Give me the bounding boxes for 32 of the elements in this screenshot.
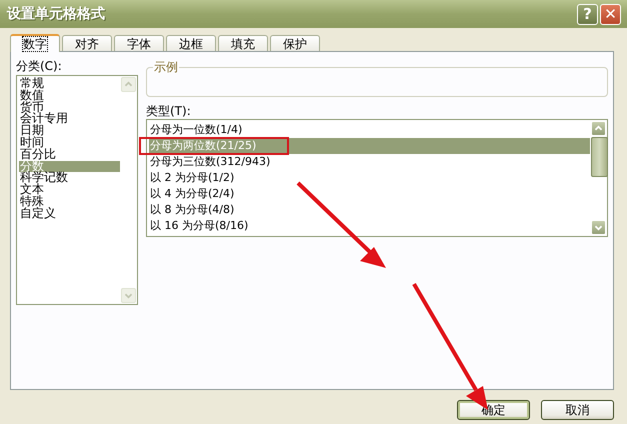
type-item[interactable]: 分母为三位数(312/943) — [149, 154, 590, 170]
scroll-down-button[interactable] — [121, 288, 136, 303]
type-item[interactable]: 分母为一位数(1/4) — [149, 122, 590, 138]
scrollbar-thumb[interactable] — [591, 137, 608, 177]
type-item[interactable]: 以 4 为分母(2/4) — [149, 186, 590, 202]
category-item[interactable]: 科学记数 — [19, 172, 120, 184]
tab[interactable]: 字体 — [114, 35, 164, 51]
tab[interactable]: 保护 — [270, 35, 320, 51]
tab[interactable]: 对齐 — [62, 35, 112, 51]
type-item[interactable]: 以 2 为分母(1/2) — [149, 170, 590, 186]
tab[interactable]: 填充 — [218, 35, 268, 51]
sample-label: 示例 — [153, 60, 179, 74]
close-button[interactable]: ✕ — [600, 4, 621, 24]
dialog-button[interactable]: 取消 — [541, 400, 614, 420]
type-item[interactable]: 以 8 为分母(4/8) — [149, 202, 590, 218]
category-item[interactable]: 数值 — [19, 90, 120, 102]
category-item[interactable]: 会计专用 — [19, 113, 120, 126]
category-item[interactable]: 文本 — [19, 184, 120, 196]
category-item[interactable]: 时间 — [19, 136, 120, 149]
category-item[interactable]: 百分比 — [19, 148, 120, 161]
category-item[interactable]: 货币 — [19, 102, 120, 114]
type-label: 类型(T): — [146, 105, 192, 118]
category-item[interactable]: 自定义 — [19, 208, 120, 220]
tab[interactable]: 边框 — [166, 35, 216, 51]
category-item[interactable]: 特殊 — [19, 196, 120, 208]
scroll-up-button[interactable] — [121, 77, 136, 92]
category-item[interactable]: 常规 — [19, 78, 120, 90]
category-item[interactable]: 日期 — [19, 125, 120, 137]
window-title: 设置单元格格式 — [7, 5, 106, 23]
type-item[interactable]: 以 16 为分母(8/16) — [149, 218, 590, 234]
tab[interactable]: 数字 — [10, 34, 60, 52]
category-label: 分类(C): — [16, 60, 63, 73]
